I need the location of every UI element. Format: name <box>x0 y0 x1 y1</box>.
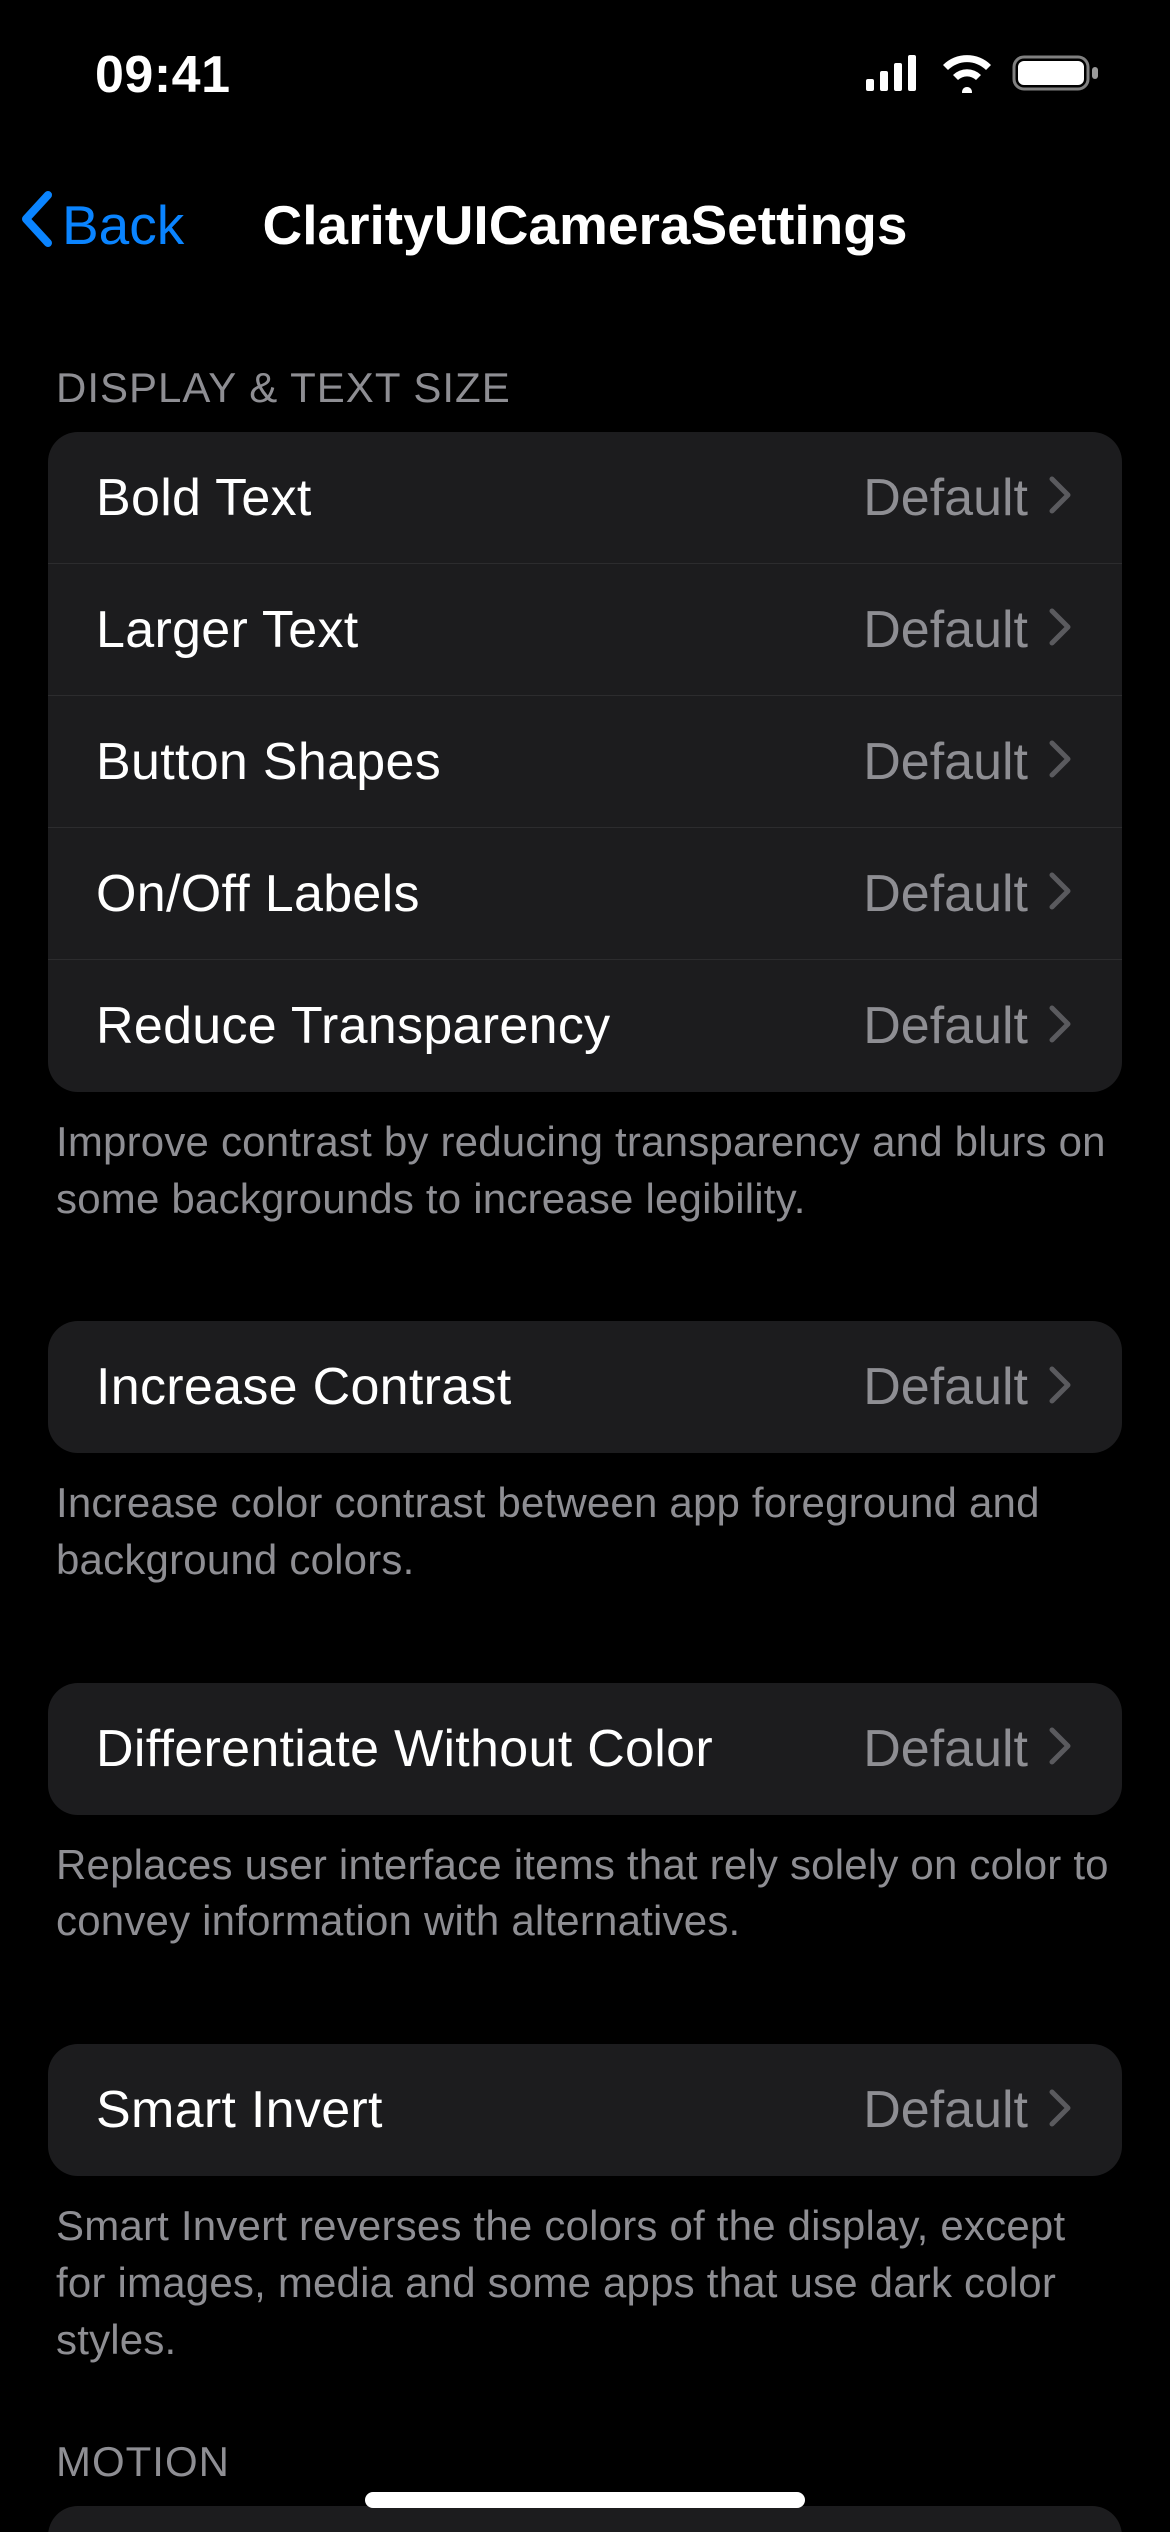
status-bar: 09:41 <box>0 0 1170 150</box>
row-label: Differentiate Without Color <box>96 1719 713 1779</box>
row-label: Larger Text <box>96 600 359 660</box>
row-on-off-labels[interactable]: On/Off Labels Default <box>48 828 1122 960</box>
section-header-motion: MOTION <box>0 2368 1170 2506</box>
group-smart-invert: Smart Invert Default <box>48 2044 1122 2176</box>
row-reduce-transparency[interactable]: Reduce Transparency Default <box>48 960 1122 1092</box>
battery-icon <box>1012 53 1100 98</box>
section-footer-increase-contrast: Increase color contrast between app fore… <box>0 1453 1170 1588</box>
row-value: Default <box>863 1719 1028 1779</box>
row-label: Increase Contrast <box>96 1357 512 1417</box>
cellular-icon <box>866 55 922 96</box>
row-value: Default <box>863 1357 1028 1417</box>
chevron-right-icon <box>1048 871 1072 916</box>
group-motion: Reduce Motion Default <box>48 2506 1122 2532</box>
section-footer-smart-invert: Smart Invert reverses the colors of the … <box>0 2176 1170 2368</box>
row-label: On/Off Labels <box>96 864 420 924</box>
content-scroll[interactable]: DISPLAY & TEXT SIZE Bold Text Default La… <box>0 330 1170 2532</box>
row-bold-text[interactable]: Bold Text Default <box>48 432 1122 564</box>
chevron-right-icon <box>1048 1726 1072 1771</box>
row-value: Default <box>863 600 1028 660</box>
chevron-left-icon <box>18 189 56 262</box>
status-time: 09:41 <box>95 45 231 105</box>
row-larger-text[interactable]: Larger Text Default <box>48 564 1122 696</box>
section-footer-differentiate-without-color: Replaces user interface items that rely … <box>0 1815 1170 1950</box>
row-label: Bold Text <box>96 468 312 528</box>
group-display-text-size: Bold Text Default Larger Text Default Bu… <box>48 432 1122 1092</box>
back-label: Back <box>62 193 184 257</box>
row-label: Reduce Transparency <box>96 996 610 1056</box>
section-footer-display-text-size: Improve contrast by reducing transparenc… <box>0 1092 1170 1227</box>
row-value: Default <box>863 864 1028 924</box>
section-header-display-text-size: DISPLAY & TEXT SIZE <box>0 330 1170 432</box>
status-icons <box>866 53 1100 98</box>
chevron-right-icon <box>1048 739 1072 784</box>
chevron-right-icon <box>1048 607 1072 652</box>
row-label: Button Shapes <box>96 732 441 792</box>
row-differentiate-without-color[interactable]: Differentiate Without Color Default <box>48 1683 1122 1815</box>
chevron-right-icon <box>1048 1004 1072 1049</box>
row-label: Smart Invert <box>96 2080 383 2140</box>
row-value: Default <box>863 468 1028 528</box>
row-value: Default <box>863 2080 1028 2140</box>
row-value: Default <box>863 732 1028 792</box>
chevron-right-icon <box>1048 1365 1072 1410</box>
navigation-bar: Back ClarityUICameraSettings <box>0 160 1170 290</box>
row-button-shapes[interactable]: Button Shapes Default <box>48 696 1122 828</box>
row-smart-invert[interactable]: Smart Invert Default <box>48 2044 1122 2176</box>
chevron-right-icon <box>1048 475 1072 520</box>
chevron-right-icon <box>1048 2088 1072 2133</box>
back-button[interactable]: Back <box>18 189 184 262</box>
group-increase-contrast: Increase Contrast Default <box>48 1321 1122 1453</box>
wifi-icon <box>940 53 994 98</box>
group-differentiate-without-color: Differentiate Without Color Default <box>48 1683 1122 1815</box>
home-indicator[interactable] <box>365 2492 805 2508</box>
row-reduce-motion[interactable]: Reduce Motion Default <box>48 2506 1122 2532</box>
row-value: Default <box>863 996 1028 1056</box>
row-increase-contrast[interactable]: Increase Contrast Default <box>48 1321 1122 1453</box>
